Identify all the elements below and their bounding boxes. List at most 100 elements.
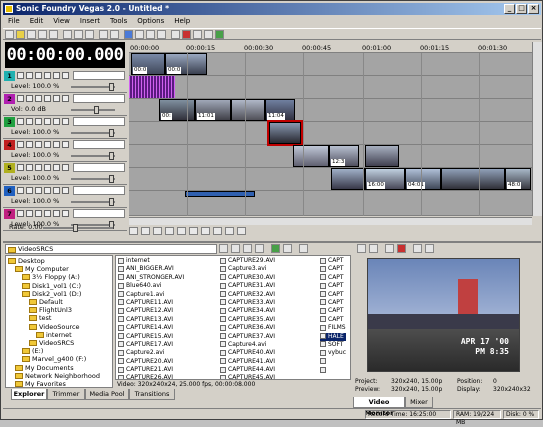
arm-icon[interactable] <box>53 72 60 79</box>
solo-icon[interactable] <box>44 141 51 148</box>
selected-video-clip[interactable] <box>267 120 303 146</box>
slider-knob[interactable] <box>109 198 114 206</box>
track-level-slider[interactable] <box>71 129 115 137</box>
record-icon[interactable] <box>129 227 138 235</box>
enable-snapping-icon[interactable] <box>171 30 180 39</box>
file-item[interactable]: CAPT <box>320 307 346 315</box>
arm-icon[interactable] <box>53 187 60 194</box>
go-to-end-icon[interactable] <box>213 227 222 235</box>
pause-icon[interactable] <box>177 227 186 235</box>
video-clip[interactable]: 11:01 <box>195 99 231 121</box>
menu-options[interactable]: Options <box>132 16 169 27</box>
solo-icon[interactable] <box>44 118 51 125</box>
save-icon[interactable] <box>27 30 36 39</box>
auto-preview-icon[interactable] <box>299 244 308 253</box>
timeline-ruler[interactable]: 00:00:00 00:00:15 00:00:30 00:00:45 00:0… <box>129 42 532 53</box>
tab-explorer[interactable]: Explorer <box>11 389 47 400</box>
composite-icon[interactable] <box>62 118 69 125</box>
save-snapshot-icon[interactable] <box>425 244 434 253</box>
file-item[interactable]: CAPTURE17.AVI <box>118 341 184 349</box>
file-item[interactable]: CAPTURE36.AVI <box>220 324 275 332</box>
external-monitor-icon[interactable] <box>397 244 406 253</box>
delete-icon[interactable] <box>243 244 252 253</box>
stop-icon[interactable] <box>189 227 198 235</box>
ignore-grouping-icon[interactable] <box>204 30 213 39</box>
rate-slider[interactable] <box>43 224 113 232</box>
tab-video-monitor[interactable]: Video Monitor <box>353 397 405 417</box>
play-from-start-icon[interactable] <box>153 227 162 235</box>
expand-icon[interactable] <box>17 118 24 125</box>
file-item[interactable]: vybuc <box>320 349 346 357</box>
track-lane-3[interactable]: 00: 11:01 11:04 <box>129 99 532 122</box>
composite-icon[interactable] <box>62 72 69 79</box>
arm-icon[interactable] <box>53 95 60 102</box>
track-level-slider[interactable] <box>71 175 115 183</box>
composite-icon[interactable] <box>62 95 69 102</box>
solo-icon[interactable] <box>44 187 51 194</box>
lock-envelopes-icon[interactable] <box>193 30 202 39</box>
go-to-start-icon[interactable] <box>201 227 210 235</box>
expand-icon[interactable] <box>17 187 24 194</box>
solo-icon[interactable] <box>44 210 51 217</box>
track-lane-1[interactable]: 00:0 00:0 <box>129 53 532 76</box>
track-fx-icon[interactable] <box>26 118 33 125</box>
stop-preview-icon[interactable] <box>283 244 292 253</box>
monitor-properties-icon[interactable] <box>369 244 378 253</box>
cut-icon[interactable] <box>63 30 72 39</box>
mute-icon[interactable] <box>35 141 42 148</box>
file-item[interactable]: CAPTURE12.AVI <box>118 307 184 315</box>
file-item[interactable]: CAPTURE40.AVI <box>220 349 275 357</box>
menu-tools[interactable]: Tools <box>105 16 132 27</box>
track-lane-4[interactable] <box>129 120 532 146</box>
file-item[interactable]: CAPTURE31.AVI <box>220 282 275 290</box>
refresh-icon[interactable] <box>231 244 240 253</box>
track-level-slider[interactable] <box>71 106 115 114</box>
video-clip[interactable]: 48:0 <box>505 168 531 190</box>
expand-icon[interactable] <box>17 210 24 217</box>
solo-icon[interactable] <box>44 164 51 171</box>
track-name-field[interactable] <box>73 140 125 149</box>
tab-media-pool[interactable]: Media Pool <box>85 389 129 400</box>
file-item[interactable]: Capture3.avi <box>220 265 275 273</box>
menu-help[interactable]: Help <box>169 16 195 27</box>
track-name-field[interactable] <box>73 186 125 195</box>
video-clip[interactable]: 00: <box>159 99 195 121</box>
video-clip[interactable] <box>441 168 505 190</box>
expand-icon[interactable] <box>17 72 24 79</box>
track-name-field[interactable] <box>73 209 125 218</box>
timeline-vertical-scrollbar[interactable] <box>532 42 542 216</box>
menu-edit[interactable]: Edit <box>25 16 49 27</box>
maximize-button[interactable]: □ <box>516 4 527 14</box>
track-fx-icon[interactable] <box>26 164 33 171</box>
file-item[interactable]: CAPT <box>320 291 346 299</box>
arm-icon[interactable] <box>53 210 60 217</box>
file-item[interactable]: ANI_BIGGER.AVI <box>118 265 184 273</box>
loop-icon[interactable] <box>141 227 150 235</box>
paste-icon[interactable] <box>85 30 94 39</box>
next-frame-icon[interactable] <box>237 227 246 235</box>
file-item[interactable]: CAPTURE34.AVI <box>220 307 275 315</box>
track-fx-icon[interactable] <box>26 95 33 102</box>
solo-icon[interactable] <box>44 95 51 102</box>
file-item[interactable]: CAPTURE30.AVI <box>220 274 275 282</box>
file-item[interactable]: ANI_STRONGER.AVI <box>118 274 184 282</box>
video-clip[interactable] <box>293 145 329 167</box>
mute-icon[interactable] <box>35 187 42 194</box>
file-item[interactable]: CAPTURE32.AVI <box>220 291 275 299</box>
slider-knob[interactable] <box>94 106 99 114</box>
file-item[interactable] <box>320 366 346 374</box>
tab-transitions[interactable]: Transitions <box>129 389 175 400</box>
track-lane-7[interactable] <box>129 191 532 216</box>
track-fx-icon[interactable] <box>26 187 33 194</box>
expand-icon[interactable] <box>17 95 24 102</box>
file-item[interactable]: CAPTURE29.AVI <box>220 257 275 265</box>
file-item[interactable]: CAPTURE13.AVI <box>118 316 184 324</box>
file-item[interactable]: SOFT <box>320 341 346 349</box>
file-item[interactable]: CAPTURE37.AVI <box>220 333 275 341</box>
file-item[interactable] <box>320 358 346 366</box>
file-item[interactable]: CAPTURE15.AVI <box>118 333 184 341</box>
new-icon[interactable] <box>5 30 14 39</box>
timeline-horizontal-scrollbar[interactable] <box>129 217 532 225</box>
arm-icon[interactable] <box>53 141 60 148</box>
file-item[interactable]: CAPT <box>320 316 346 324</box>
